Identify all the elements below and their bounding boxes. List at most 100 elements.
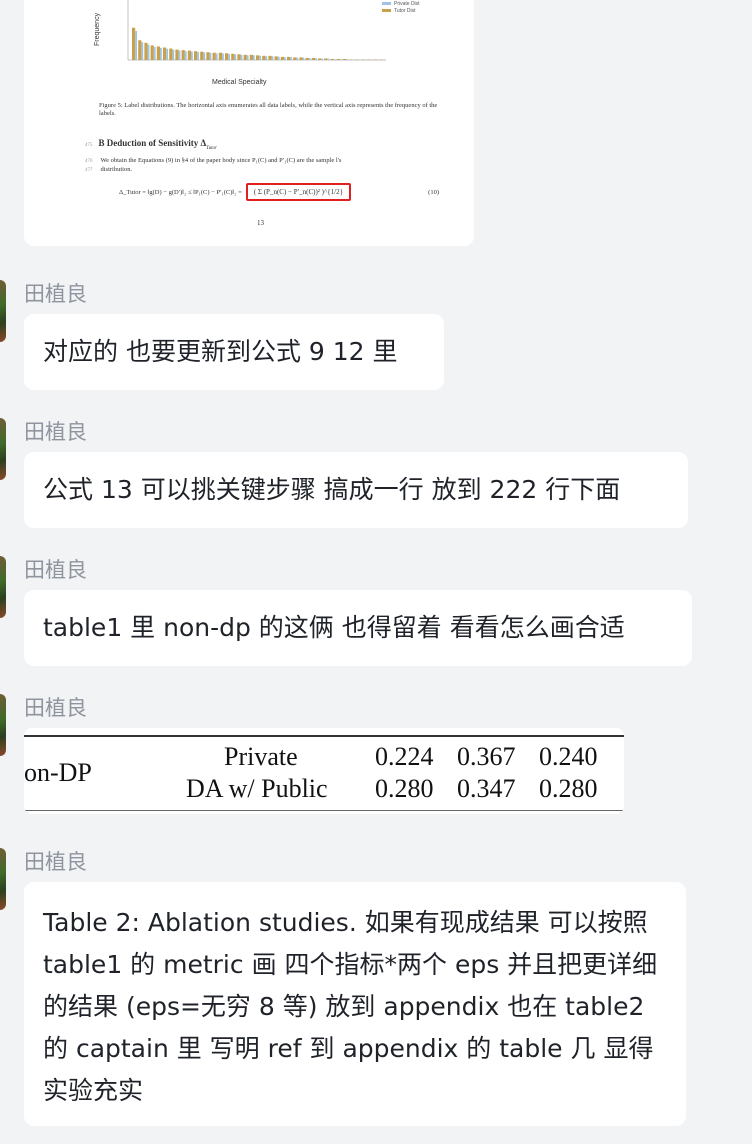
bar — [293, 57, 297, 60]
paragraph-line-2: distribution. — [100, 166, 133, 173]
bar — [361, 59, 365, 60]
bar — [268, 55, 272, 60]
bar — [373, 59, 377, 60]
bar — [256, 55, 260, 60]
sender-name: 田植良 — [24, 282, 87, 306]
line-number: 477 — [85, 168, 93, 173]
equation: Δ_Tutor = ‖g(D) − g(D′)‖₂ ≤ ‖P₁(C) − P′₁… — [119, 183, 439, 201]
bar — [203, 52, 206, 60]
bar — [380, 59, 384, 60]
bar — [144, 42, 148, 60]
bar — [209, 52, 212, 60]
message-text: Table 2: Ablation studies. 如果有现成结果 可以按照 … — [43, 908, 658, 1105]
section-heading: 475 B Deduction of Sensitivity ΔTutor — [85, 138, 217, 151]
bar — [240, 54, 243, 60]
bar — [147, 44, 150, 60]
sender-name: 田植良 — [24, 420, 87, 444]
line-number: 475 — [85, 143, 93, 148]
bar — [191, 51, 193, 60]
table-value: 0.280 — [539, 774, 598, 803]
bar — [206, 52, 210, 60]
paper-screenshot-image[interactable]: Private Dist Tutor Dist Frequency Medica… — [24, 0, 474, 246]
bar — [187, 50, 191, 60]
message-bubble[interactable]: 对应的 也要更新到公式 9 12 里 — [24, 314, 444, 390]
bar — [330, 58, 334, 60]
bar — [160, 47, 162, 60]
bar — [336, 58, 340, 60]
table-bottom-rule — [24, 810, 624, 811]
paragraph-line-1: We obtain the Equations (9) in §4 of the… — [100, 157, 342, 164]
bar — [231, 53, 235, 60]
avatar[interactable] — [0, 418, 6, 480]
message-text: table1 里 non-dp 的这俩 也得留着 看看怎么画合适 — [43, 613, 625, 642]
sender-name: 田植良 — [24, 850, 87, 874]
bar — [228, 53, 230, 60]
bar — [290, 57, 292, 60]
bar — [234, 54, 237, 60]
bar — [178, 50, 181, 60]
message-text: 对应的 也要更新到公式 9 12 里 — [43, 337, 398, 366]
bar — [237, 54, 241, 60]
bar — [318, 58, 322, 60]
bar — [299, 57, 303, 60]
message-text: 公式 13 可以挑关键步骤 搞成一行 放到 222 行下面 — [43, 475, 621, 504]
figure-caption: Figure 5: Label distributions. The horiz… — [99, 102, 438, 117]
bar — [262, 55, 266, 60]
bar — [321, 58, 323, 60]
bar — [284, 57, 286, 60]
bar — [324, 58, 328, 60]
bar — [172, 49, 175, 60]
bar — [277, 56, 280, 60]
bar — [181, 50, 185, 60]
message-bubble[interactable]: Table 2: Ablation studies. 如果有现成结果 可以按照 … — [24, 882, 686, 1126]
chart-xlabel: Medical Specialty — [212, 79, 267, 86]
bar — [215, 53, 218, 60]
section-subscript: Tutor — [206, 145, 217, 151]
bar — [327, 58, 330, 60]
bar — [153, 46, 156, 60]
table-value: 0.224 — [375, 742, 434, 771]
avatar[interactable] — [0, 848, 6, 910]
bar — [302, 57, 305, 60]
bar — [315, 58, 317, 60]
bar — [280, 56, 284, 60]
bar — [200, 51, 204, 60]
bar — [197, 52, 199, 60]
message-bubble[interactable]: table1 里 non-dp 的这俩 也得留着 看看怎么画合适 — [24, 590, 692, 666]
message-bubble[interactable]: 公式 13 可以挑关键步骤 搞成一行 放到 222 行下面 — [24, 452, 688, 528]
sender-name: 田植良 — [24, 558, 87, 582]
avatar[interactable] — [0, 280, 6, 342]
bar — [135, 30, 137, 60]
table-method: DA w/ Public — [186, 774, 328, 803]
bar — [342, 58, 346, 60]
bar — [166, 48, 168, 60]
highlighted-equation-box: ( Σ (P_n(C) − P′_n(C))² )^{1/2} — [245, 183, 351, 201]
table-method: Private — [224, 742, 298, 771]
bar — [271, 56, 274, 60]
avatar[interactable] — [0, 694, 6, 756]
bar — [308, 58, 311, 60]
bar — [141, 42, 144, 60]
bar — [287, 56, 291, 60]
bar — [163, 47, 167, 60]
bar — [339, 59, 342, 60]
bar — [355, 59, 359, 60]
table-value: 0.347 — [457, 774, 516, 803]
avatar[interactable] — [0, 556, 6, 618]
sender-name: 田植良 — [24, 696, 87, 720]
section-title: B Deduction of Sensitivity Δ — [98, 138, 207, 148]
label-distribution-chart — [127, 0, 387, 61]
table-snippet-image[interactable]: on-DP Private 0.224 0.367 0.240 DA w/ Pu… — [24, 728, 624, 814]
bar — [253, 55, 255, 60]
bar — [367, 59, 371, 60]
line-number: 476 — [85, 159, 93, 164]
bar — [249, 54, 253, 60]
table-top-rule — [24, 735, 624, 737]
bar — [296, 57, 299, 60]
bar — [222, 53, 224, 60]
bar — [243, 54, 247, 60]
bar — [311, 57, 315, 60]
table-value: 0.240 — [539, 742, 598, 771]
bar — [184, 51, 187, 60]
bar — [175, 49, 179, 60]
